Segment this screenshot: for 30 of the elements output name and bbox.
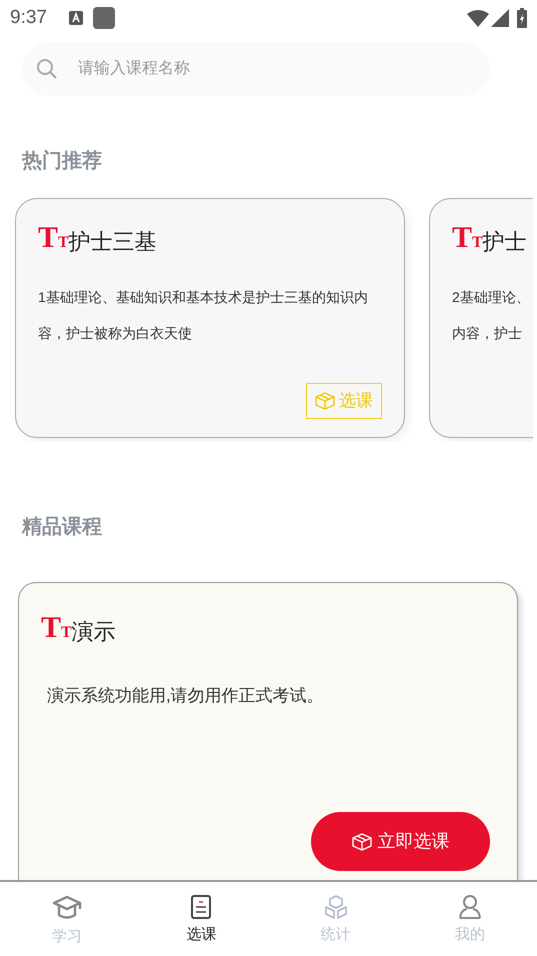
keyboard-icon xyxy=(68,11,83,25)
cubes-icon xyxy=(324,894,348,920)
section-title: 精品课程 xyxy=(22,515,103,540)
box-icon xyxy=(352,832,372,850)
logo: TT xyxy=(38,223,69,253)
status-time: 9:37 xyxy=(10,6,47,30)
logo: TT xyxy=(452,223,483,253)
signal-icon xyxy=(491,9,509,27)
box-icon xyxy=(315,392,335,410)
course-title: 护士三基 xyxy=(68,231,157,253)
search-icon xyxy=(36,58,58,80)
app-icon xyxy=(92,7,115,29)
tab[interactable]: 选课 xyxy=(134,882,268,956)
course-card[interactable]: TT护士三基 1基础理论、基础知识和基本技术是护士三基的知识内容，护士被称为白衣天使 选课 xyxy=(15,198,405,438)
battery-icon xyxy=(517,8,527,28)
course-title: 护士 xyxy=(482,231,527,253)
course-card[interactable]: TT护士 2基础理论、 内容，护士 xyxy=(429,198,533,438)
course-description: 1基础理论、基础知识和基本技术是护士三基的知识内容，护士被称为白衣天使 xyxy=(38,288,369,343)
document-icon xyxy=(190,894,212,920)
wifi-icon xyxy=(467,9,489,27)
user-icon xyxy=(458,894,482,920)
course-description: 演示系统功能用,请勿用作正式考试。 xyxy=(47,685,324,707)
course-description: 内容，护士 xyxy=(452,324,522,343)
course-title: 演示 xyxy=(72,621,116,643)
search-field[interactable]: 请输入课程名称 xyxy=(22,42,490,96)
section-title: 热门推荐 xyxy=(22,148,103,174)
course-card[interactable]: TT演示 演示系统功能用,请勿用作正式考试。 立即选课 xyxy=(18,582,518,880)
logo: TT xyxy=(41,613,72,643)
course-description: 2基础理论、 xyxy=(452,288,530,307)
select-now-button[interactable]: 立即选课 xyxy=(311,812,490,871)
